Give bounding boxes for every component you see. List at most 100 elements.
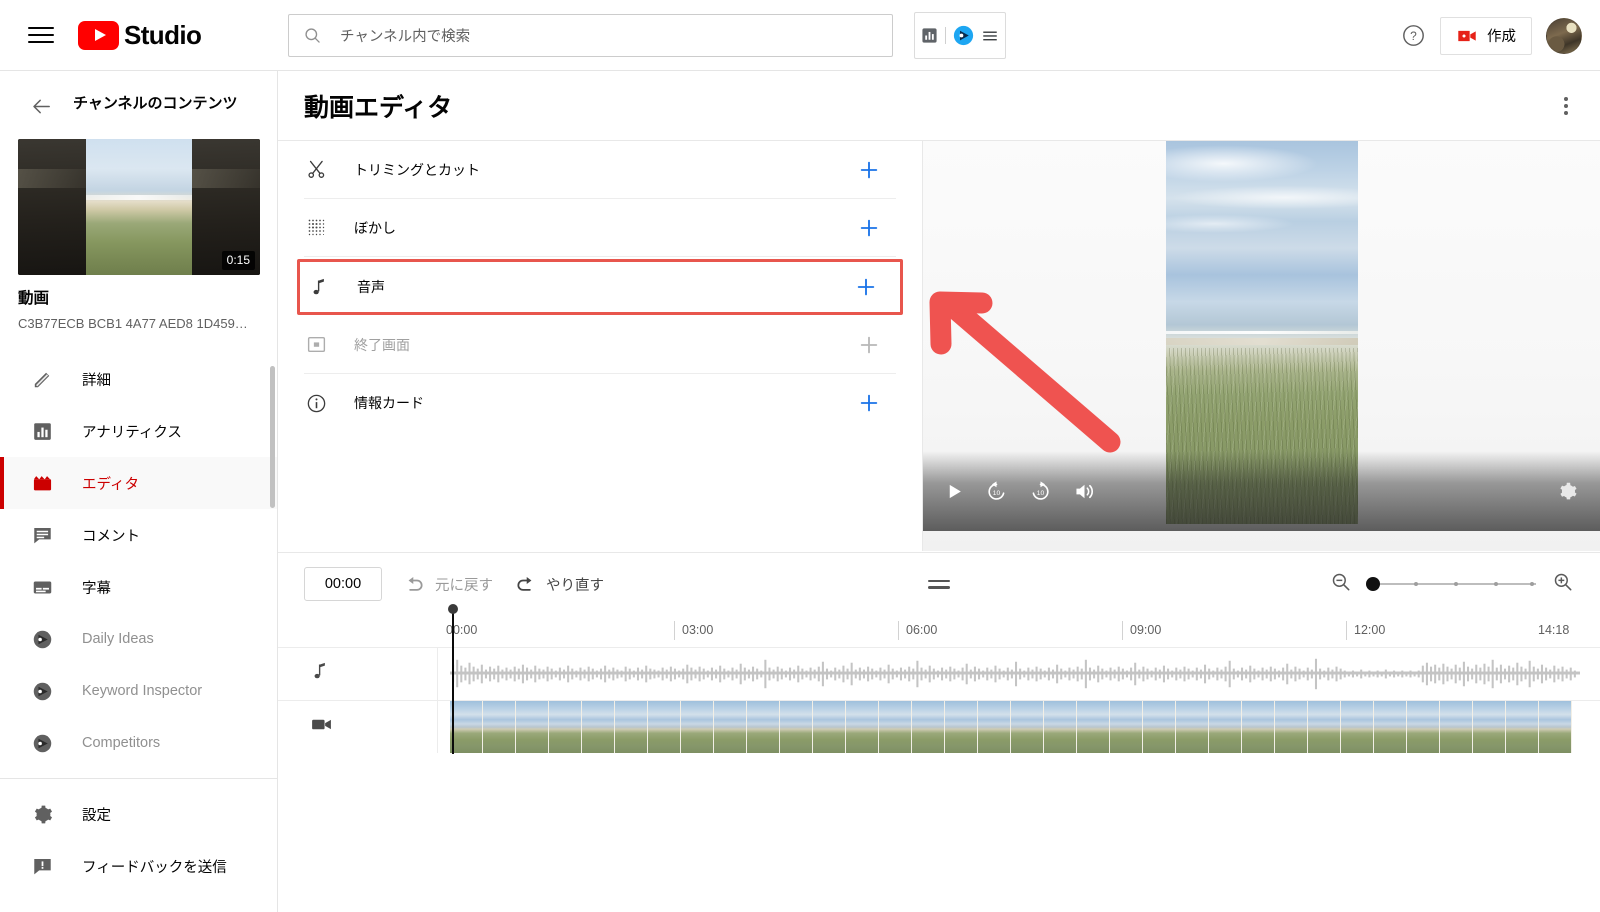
undo-button[interactable]: 元に戻す bbox=[404, 574, 493, 595]
sidebar-header: チャンネルのコンテンツ bbox=[0, 71, 277, 123]
replay-10-icon[interactable]: 10 bbox=[985, 480, 1008, 503]
settings-gear-icon[interactable] bbox=[1557, 481, 1578, 502]
tool-row-end-screen[interactable]: 終了画面 bbox=[304, 316, 896, 374]
video-preview-frame[interactable] bbox=[1165, 141, 1358, 524]
sidebar-item-editor[interactable]: エディタ bbox=[0, 457, 277, 510]
tool-label: 終了画面 bbox=[354, 336, 410, 353]
filmstrip-frame bbox=[1506, 701, 1539, 753]
current-time-field[interactable]: 00:00 bbox=[304, 567, 382, 601]
drag-handle-icon[interactable] bbox=[928, 579, 950, 589]
filmstrip-frame bbox=[1341, 701, 1374, 753]
sidebar-item-daily-ideas[interactable]: Daily Ideas bbox=[0, 613, 277, 665]
timeline-playhead[interactable] bbox=[448, 604, 458, 754]
vidiq-icon bbox=[30, 627, 54, 651]
plus-icon[interactable] bbox=[858, 159, 880, 181]
tool-row-blur[interactable]: ぼかし bbox=[304, 199, 896, 257]
preview-grass bbox=[1165, 347, 1358, 524]
svg-text:10: 10 bbox=[993, 489, 1001, 496]
plus-icon[interactable] bbox=[855, 276, 877, 298]
sidebar-item-competitors[interactable]: Competitors bbox=[0, 717, 277, 769]
timeline-video-track[interactable] bbox=[278, 700, 1600, 753]
sidebar-item-subtitles[interactable]: 字幕 bbox=[0, 561, 277, 613]
plus-icon[interactable] bbox=[858, 217, 880, 239]
tool-label: 音声 bbox=[357, 279, 385, 295]
player-controls-right bbox=[1557, 481, 1578, 502]
ruler-tick: 12:00 bbox=[1346, 621, 1385, 640]
redo-button[interactable]: やり直す bbox=[515, 574, 604, 595]
analytics-extension-icon[interactable] bbox=[921, 27, 938, 44]
tool-row-audio[interactable]: 音声 bbox=[297, 259, 903, 315]
zoom-out-icon[interactable] bbox=[1330, 571, 1352, 598]
sidebar-item-keyword-inspector[interactable]: Keyword Inspector bbox=[0, 665, 277, 717]
filmstrip-frame bbox=[1407, 701, 1440, 753]
zoom-slider-tick bbox=[1454, 582, 1458, 586]
sidebar-nav: 詳細 アナリティクス エディタ コメント 字幕 Daily Ideas Keyw… bbox=[0, 353, 277, 892]
brand-label: Studio bbox=[124, 19, 202, 50]
tool-row-trim-and-cut[interactable]: トリミングとカット bbox=[304, 141, 896, 199]
thumbnail-left-pane bbox=[18, 139, 86, 275]
sidebar: チャンネルのコンテンツ 0:15 動画 C3B77ECB BCB1 4A77 A… bbox=[0, 71, 278, 912]
sidebar-title: チャンネルのコンテンツ bbox=[73, 95, 238, 112]
sidebar-item-comments[interactable]: コメント bbox=[0, 509, 277, 561]
video-thumbnail[interactable]: 0:15 bbox=[18, 139, 260, 275]
sidebar-scrollbar[interactable] bbox=[270, 366, 275, 508]
plus-icon[interactable] bbox=[858, 392, 880, 414]
filmstrip-frame bbox=[1275, 701, 1308, 753]
search-input[interactable]: チャンネル内で検索 bbox=[288, 14, 893, 57]
vidiq-icon bbox=[30, 679, 54, 703]
page-header: 動画エディタ bbox=[278, 71, 1600, 141]
sidebar-item-label: コメント bbox=[82, 528, 140, 545]
zoom-slider-tick bbox=[1414, 582, 1418, 586]
sidebar-item-settings[interactable]: 設定 bbox=[0, 788, 277, 840]
filmstrip-frame bbox=[1110, 701, 1143, 753]
video-meta: 動画 C3B77ECB BCB1 4A77 AED8 1D459… bbox=[0, 275, 277, 331]
bar-chart-icon bbox=[30, 419, 54, 443]
forward-10-icon[interactable]: 10 bbox=[1029, 480, 1052, 503]
zoom-slider-thumb[interactable] bbox=[1366, 577, 1380, 591]
tool-row-info-card[interactable]: 情報カード bbox=[304, 374, 896, 432]
comment-icon bbox=[30, 523, 54, 547]
volume-icon[interactable] bbox=[1073, 480, 1096, 503]
sidebar-item-details[interactable]: 詳細 bbox=[0, 353, 277, 405]
create-button[interactable]: 作成 bbox=[1440, 16, 1532, 55]
zoom-slider-tick bbox=[1494, 582, 1498, 586]
redo-label: やり直す bbox=[546, 577, 604, 594]
zoom-slider[interactable] bbox=[1366, 574, 1538, 594]
thumbnail-duration-badge: 0:15 bbox=[221, 251, 255, 270]
sidebar-item-analytics[interactable]: アナリティクス bbox=[0, 405, 277, 457]
extension-menu-icon[interactable] bbox=[981, 27, 999, 45]
filmstrip-frame bbox=[1539, 701, 1572, 753]
more-options-icon[interactable] bbox=[1558, 91, 1574, 121]
filmstrip-frame bbox=[648, 701, 681, 753]
vidiq-extension-icon[interactable] bbox=[953, 25, 974, 46]
back-arrow-icon[interactable] bbox=[30, 95, 53, 123]
search-placeholder: チャンネル内で検索 bbox=[340, 29, 471, 45]
filmstrip-frame bbox=[780, 701, 813, 753]
ruler-tick: 03:00 bbox=[674, 621, 713, 640]
timeline-toolbar: 00:00 元に戻す やり直す bbox=[278, 553, 1600, 615]
filmstrip-frame bbox=[945, 701, 978, 753]
play-icon[interactable] bbox=[945, 482, 964, 501]
audio-waveform bbox=[450, 658, 1580, 690]
svg-text:10: 10 bbox=[1037, 489, 1045, 496]
video-plus-icon bbox=[1458, 30, 1476, 41]
help-circle-icon[interactable]: ? bbox=[1401, 23, 1426, 48]
plus-icon[interactable] bbox=[858, 334, 880, 356]
sidebar-item-send-feedback[interactable]: フィードバックを送信 bbox=[0, 840, 277, 892]
youtube-studio-logo[interactable]: Studio bbox=[78, 19, 202, 51]
zoom-in-icon[interactable] bbox=[1552, 571, 1574, 598]
filmstrip-frame bbox=[879, 701, 912, 753]
hamburger-icon[interactable] bbox=[28, 25, 54, 45]
video-track-body[interactable] bbox=[438, 701, 1600, 753]
avatar[interactable] bbox=[1546, 17, 1582, 54]
filmstrip-frame bbox=[681, 701, 714, 753]
audio-track-body[interactable] bbox=[438, 648, 1600, 700]
filmstrip-frame bbox=[1209, 701, 1242, 753]
feedback-icon bbox=[30, 854, 54, 878]
main-content: 動画エディタ トリミングとカット ぼかし 音声 終了画面 情報カード 10 10… bbox=[278, 71, 1600, 912]
timeline-audio-track[interactable] bbox=[278, 647, 1600, 700]
timeline-ruler[interactable]: 00:00 03:00 06:00 09:00 12:00 14:18 bbox=[438, 615, 1580, 647]
youtube-studio-window: Studio チャンネル内で検索 ? 作成 チャンネルのコンテンツ 0:15 動… bbox=[0, 0, 1600, 912]
filmstrip-frame bbox=[450, 701, 483, 753]
filmstrip-frame bbox=[582, 701, 615, 753]
